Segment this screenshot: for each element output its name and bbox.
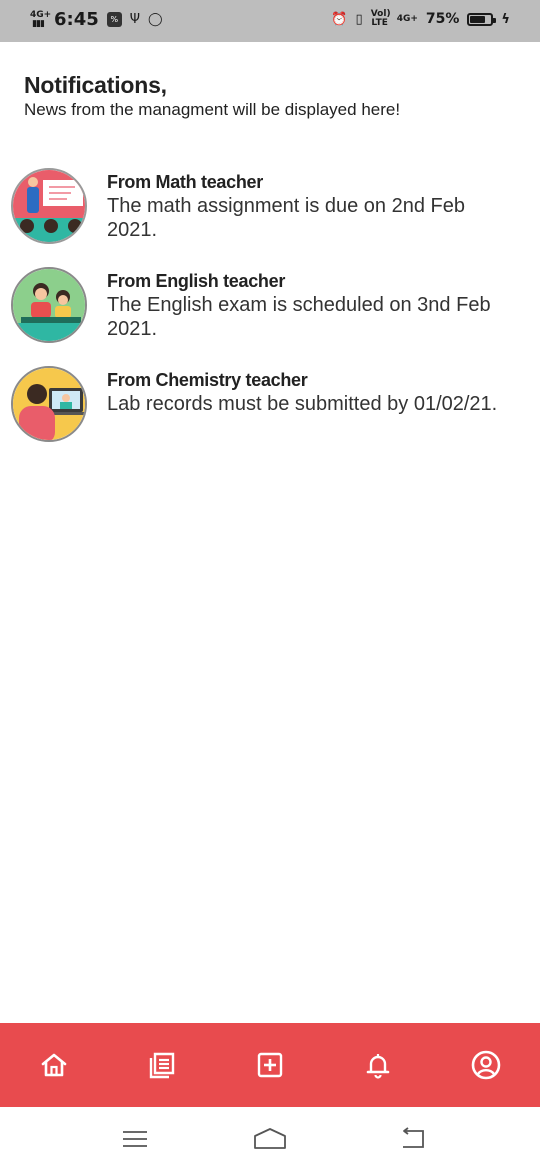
teacher-at-board-icon [11, 168, 87, 244]
notification-item[interactable]: From Chemistry teacher Lab records must … [0, 366, 540, 456]
whatsapp-icon: ◯ [148, 12, 163, 27]
clock: 6:45 [54, 9, 99, 30]
notification-body: The English exam is scheduled on 3nd Feb… [107, 294, 491, 340]
back-button[interactable] [392, 1123, 432, 1155]
nav-add-button[interactable] [243, 1038, 297, 1092]
status-bar-right: ⏰ ▯ Vol) LTE 4G+ 75% ϟ [331, 10, 510, 28]
home-icon [41, 1053, 67, 1077]
nav-news-button[interactable] [135, 1038, 189, 1092]
network-indicator: 4G+ ▮▮▮ [30, 9, 52, 29]
students-at-desk-icon [11, 267, 87, 343]
battery-percent: 75% [425, 11, 460, 27]
add-icon [257, 1052, 283, 1078]
status-bar-left: 4G+ ▮▮▮ 6:45 % Ψ ◯ [30, 9, 163, 30]
nav-profile-button[interactable] [459, 1038, 513, 1092]
network-type-label: 4G+ [396, 13, 418, 24]
notification-title: From English teacher [107, 271, 286, 291]
recent-apps-icon [123, 1131, 147, 1147]
battery-tip [493, 17, 497, 23]
system-home-button[interactable] [250, 1123, 290, 1155]
nav-notifications-button[interactable] [351, 1038, 405, 1092]
volte-label: Vol) LTE [370, 9, 391, 28]
page-subtitle: News from the managment will be displaye… [24, 100, 401, 119]
notification-body: The math assignment is due on 2nd Feb 20… [107, 195, 465, 241]
charging-icon: ϟ [501, 11, 510, 27]
notification-item[interactable]: From English teacher The English exam is… [0, 267, 540, 357]
notification-text: From Chemistry teacher Lab records must … [107, 369, 517, 416]
alarm-icon: ⏰ [331, 11, 348, 27]
notification-body: Lab records must be submitted by 01/02/2… [107, 393, 498, 415]
bottom-navigation [0, 1023, 540, 1107]
battery-fill [470, 15, 485, 23]
recent-apps-button[interactable] [115, 1123, 155, 1155]
nav-home-button[interactable] [27, 1038, 81, 1092]
notification-item[interactable]: From Math teacher The math assignment is… [0, 168, 540, 258]
notification-title: From Math teacher [107, 172, 263, 192]
battery-icon [467, 12, 497, 26]
news-icon [149, 1052, 175, 1079]
usb-icon: Ψ [129, 12, 141, 27]
online-class-icon [11, 366, 87, 442]
back-icon [403, 1127, 424, 1148]
notification-text: From Math teacher The math assignment is… [107, 171, 517, 242]
page-title: Notifications, [24, 72, 167, 98]
vibrate-icon: ▯ [355, 11, 363, 27]
notification-title: From Chemistry teacher [107, 370, 308, 390]
status-bar: 4G+ ▮▮▮ 6:45 % Ψ ◯ ⏰ ▯ Vol) LTE 4G+ 75% … [0, 0, 540, 42]
bell-icon [366, 1054, 390, 1079]
home-icon [254, 1128, 286, 1149]
notification-text: From English teacher The English exam is… [107, 270, 517, 341]
data-saver-icon: % [106, 12, 122, 27]
profile-icon [471, 1050, 501, 1080]
system-navigation-bar [0, 1107, 540, 1170]
